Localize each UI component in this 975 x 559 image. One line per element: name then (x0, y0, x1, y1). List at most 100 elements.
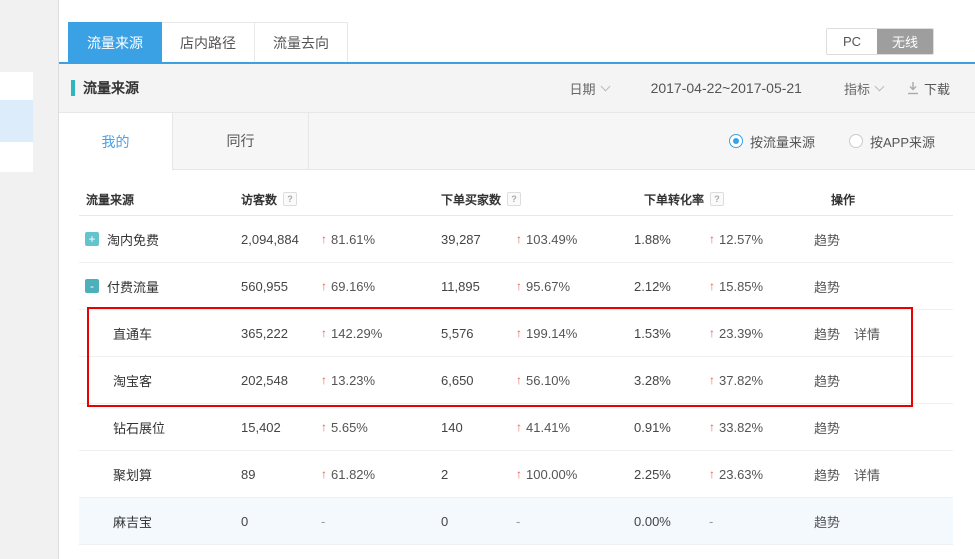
buyers-change-value: 100.00% (526, 467, 577, 482)
collapse-icon[interactable]: - (85, 279, 99, 293)
table-row: 淘宝客202,548↑13.23%6,650↑56.10%3.28%↑37.82… (79, 357, 953, 404)
visitors-change: ↑5.65% (321, 420, 441, 435)
visitors-value: 365,222 (241, 326, 321, 341)
conversion-value: 3.28% (634, 373, 709, 388)
table-row: +淘内免费2,094,884↑81.61%39,287↑103.49%1.88%… (79, 216, 953, 263)
table-row: 麻吉宝0-0-0.00%-趋势 (79, 498, 953, 545)
col-header-visitors: 访客数 ? (241, 191, 441, 208)
metrics-dropdown[interactable]: 指标 (844, 79, 883, 98)
help-icon[interactable]: ? (283, 192, 297, 206)
visitors-value: 89 (241, 467, 321, 482)
radio-by-app-source[interactable]: 按APP来源 (849, 132, 935, 151)
col-header-label: 访客数 (241, 191, 277, 208)
buyers-change: ↑95.67% (516, 279, 634, 294)
tab-traffic-destination[interactable]: 流量去向 (255, 22, 348, 62)
source-name: 聚划算 (79, 465, 152, 484)
source-name-cell: 直通车 (79, 324, 241, 343)
up-arrow-icon: ↑ (516, 373, 522, 387)
visitors-change-value: 81.61% (331, 232, 375, 247)
actions-cell: 趋势详情 (814, 324, 953, 343)
buyers-change-empty: - (516, 514, 520, 529)
conversion-change-value: 33.82% (719, 420, 763, 435)
visitors-change-value: 142.29% (331, 326, 382, 341)
pc-toggle-button[interactable]: PC (827, 29, 877, 54)
up-arrow-icon: ↑ (321, 373, 327, 387)
buyers-value: 5,576 (441, 326, 516, 341)
source-name-cell: -付费流量 (79, 277, 241, 296)
conversion-change-value: 15.85% (719, 279, 763, 294)
col-header-source: 流量来源 (79, 191, 241, 208)
device-toggle: PC 无线 (826, 28, 934, 55)
buyers-change-value: 56.10% (526, 373, 570, 388)
conversion-change-value: 12.57% (719, 232, 763, 247)
conversion-change: - (709, 514, 814, 529)
table-row: 聚划算89↑61.82%2↑100.00%2.25%↑23.63%趋势详情 (79, 451, 953, 498)
tab-traffic-source[interactable]: 流量来源 (68, 22, 162, 62)
top-tab-bar: 流量来源 店内路径 流量去向 (68, 22, 348, 62)
actions-cell: 趋势 (814, 512, 953, 531)
tab-instore-path[interactable]: 店内路径 (162, 22, 255, 62)
visitors-change: ↑13.23% (321, 373, 441, 388)
visitors-change: ↑69.16% (321, 279, 441, 294)
buyers-change: - (516, 514, 634, 529)
col-header-label: 下单转化率 (644, 191, 704, 208)
tab-peers[interactable]: 同行 (173, 113, 309, 169)
table-row: 钻石展位15,402↑5.65%140↑41.41%0.91%↑33.82%趋势 (79, 404, 953, 451)
download-button[interactable]: 下载 (907, 79, 950, 98)
buyers-value: 11,895 (441, 279, 516, 294)
buyers-value: 39,287 (441, 232, 516, 247)
help-icon[interactable]: ? (507, 192, 521, 206)
tab-mine[interactable]: 我的 (59, 113, 173, 171)
conversion-change: ↑ 23.63% (709, 467, 814, 482)
detail-link[interactable]: 详情 (854, 465, 880, 484)
expand-icon[interactable]: + (85, 232, 99, 246)
trend-link[interactable]: 趋势 (814, 418, 840, 437)
section-title: 流量来源 (83, 78, 139, 98)
radio-by-traffic-source[interactable]: 按流量来源 (729, 132, 815, 151)
col-header-conversion: 下单转化率 ? (634, 191, 814, 208)
help-icon[interactable]: ? (710, 192, 724, 206)
collapsed-sidebar-selected-item[interactable] (0, 100, 33, 142)
col-header-buyers: 下单买家数 ? (441, 191, 634, 208)
col-header-actions: 操作 (814, 191, 953, 208)
trend-link[interactable]: 趋势 (814, 324, 840, 343)
source-name-cell: + 淘内免费 (79, 230, 241, 249)
source-name: 淘内免费 (107, 230, 159, 249)
conversion-value: 1.53% (634, 326, 709, 341)
actions-cell: 趋势 (814, 277, 953, 296)
download-label: 下载 (924, 79, 950, 98)
table-header-row: 流量来源 访客数 ? 下单买家数 ? 下单转化率 ? 操作 (79, 183, 953, 216)
visitors-change: - (321, 514, 441, 529)
conversion-change: ↑ 33.82% (709, 420, 814, 435)
date-dropdown[interactable]: 日期 (570, 79, 609, 98)
conversion-change-empty: - (709, 514, 713, 529)
trend-link[interactable]: 趋势 (814, 371, 840, 390)
visitors-change: ↑ 142.29% (321, 326, 441, 341)
col-header-label: 下单买家数 (441, 191, 501, 208)
buyers-change: ↑ 56.10% (516, 373, 634, 388)
date-range-value[interactable]: 2017-04-22~2017-05-21 (651, 80, 802, 96)
title-accent-bar (71, 80, 75, 96)
wireless-toggle-button[interactable]: 无线 (877, 29, 933, 54)
trend-link[interactable]: 趋势 (814, 512, 840, 531)
traffic-source-table: 流量来源 访客数 ? 下单买家数 ? 下单转化率 ? 操作 +淘内免费2,094… (79, 183, 953, 545)
conversion-value: 0.00% (634, 514, 709, 529)
visitors-value: 560,955 (241, 279, 321, 294)
buyers-value: 140 (441, 420, 516, 435)
conversion-change: ↑37.82% (709, 373, 814, 388)
radio-label: 按流量来源 (750, 132, 815, 151)
source-name-cell: 淘宝客 (79, 371, 241, 390)
conversion-change-value: 23.63% (719, 467, 763, 482)
conversion-change-value: 37.82% (719, 373, 763, 388)
detail-link[interactable]: 详情 (854, 324, 880, 343)
conversion-value: 1.88% (634, 232, 709, 247)
up-arrow-icon: ↑ (709, 467, 715, 481)
chevron-down-icon (875, 81, 885, 91)
source-name-cell: 钻石展位 (79, 418, 241, 437)
up-arrow-icon: ↑ (709, 420, 715, 434)
buyers-change-value: 103.49% (526, 232, 577, 247)
trend-link[interactable]: 趋势 (814, 465, 840, 484)
up-arrow-icon: ↑ (321, 326, 327, 340)
trend-link[interactable]: 趋势 (814, 230, 840, 249)
trend-link[interactable]: 趋势 (814, 277, 840, 296)
